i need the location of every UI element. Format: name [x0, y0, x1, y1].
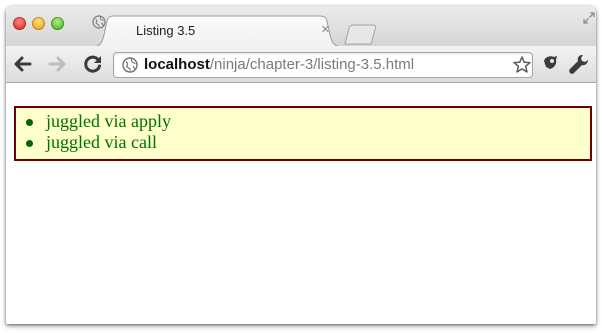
globe-icon [92, 15, 106, 29]
bookmark-star-icon[interactable] [512, 55, 532, 75]
extension-icon[interactable] [538, 53, 560, 75]
close-tab-icon[interactable]: × [321, 21, 330, 38]
minimize-window-button[interactable] [32, 17, 45, 30]
result-text: juggled via call [46, 132, 157, 152]
fullscreen-icon[interactable] [583, 12, 595, 24]
new-tab-button[interactable] [344, 24, 378, 45]
bullet-icon [26, 140, 33, 147]
toolbar: localhost/ninja/chapter-3/listing-3.5.ht… [6, 46, 596, 83]
results-box: juggled via apply juggled via call [14, 106, 592, 161]
zoom-window-button[interactable] [51, 17, 64, 30]
url-text: localhost/ninja/chapter-3/listing-3.5.ht… [144, 56, 414, 73]
address-bar[interactable]: localhost/ninja/chapter-3/listing-3.5.ht… [113, 52, 533, 78]
results-list: juggled via apply juggled via call [24, 111, 171, 153]
tab-shape [92, 15, 344, 47]
browser-window: Listing 3.5 × localhost/ninja/chapter-3/… [6, 6, 596, 324]
wrench-icon[interactable] [567, 53, 589, 75]
title-bar: Listing 3.5 × [6, 6, 596, 47]
back-arrow-icon[interactable] [12, 53, 34, 75]
result-item: juggled via call [24, 132, 171, 153]
url-host: localhost [144, 56, 210, 73]
reload-icon[interactable] [82, 53, 104, 75]
site-info-globe-icon[interactable] [122, 57, 138, 73]
bullet-icon [26, 119, 33, 126]
result-item: juggled via apply [24, 111, 171, 132]
result-text: juggled via apply [46, 111, 171, 131]
tab-listing[interactable]: Listing 3.5 × [92, 15, 344, 47]
tab-title: Listing 3.5 [136, 23, 196, 38]
forward-arrow-icon[interactable] [46, 53, 68, 75]
close-window-button[interactable] [13, 17, 26, 30]
url-path: /ninja/chapter-3/listing-3.5.html [209, 56, 415, 73]
page-content: juggled via apply juggled via call [6, 83, 596, 324]
